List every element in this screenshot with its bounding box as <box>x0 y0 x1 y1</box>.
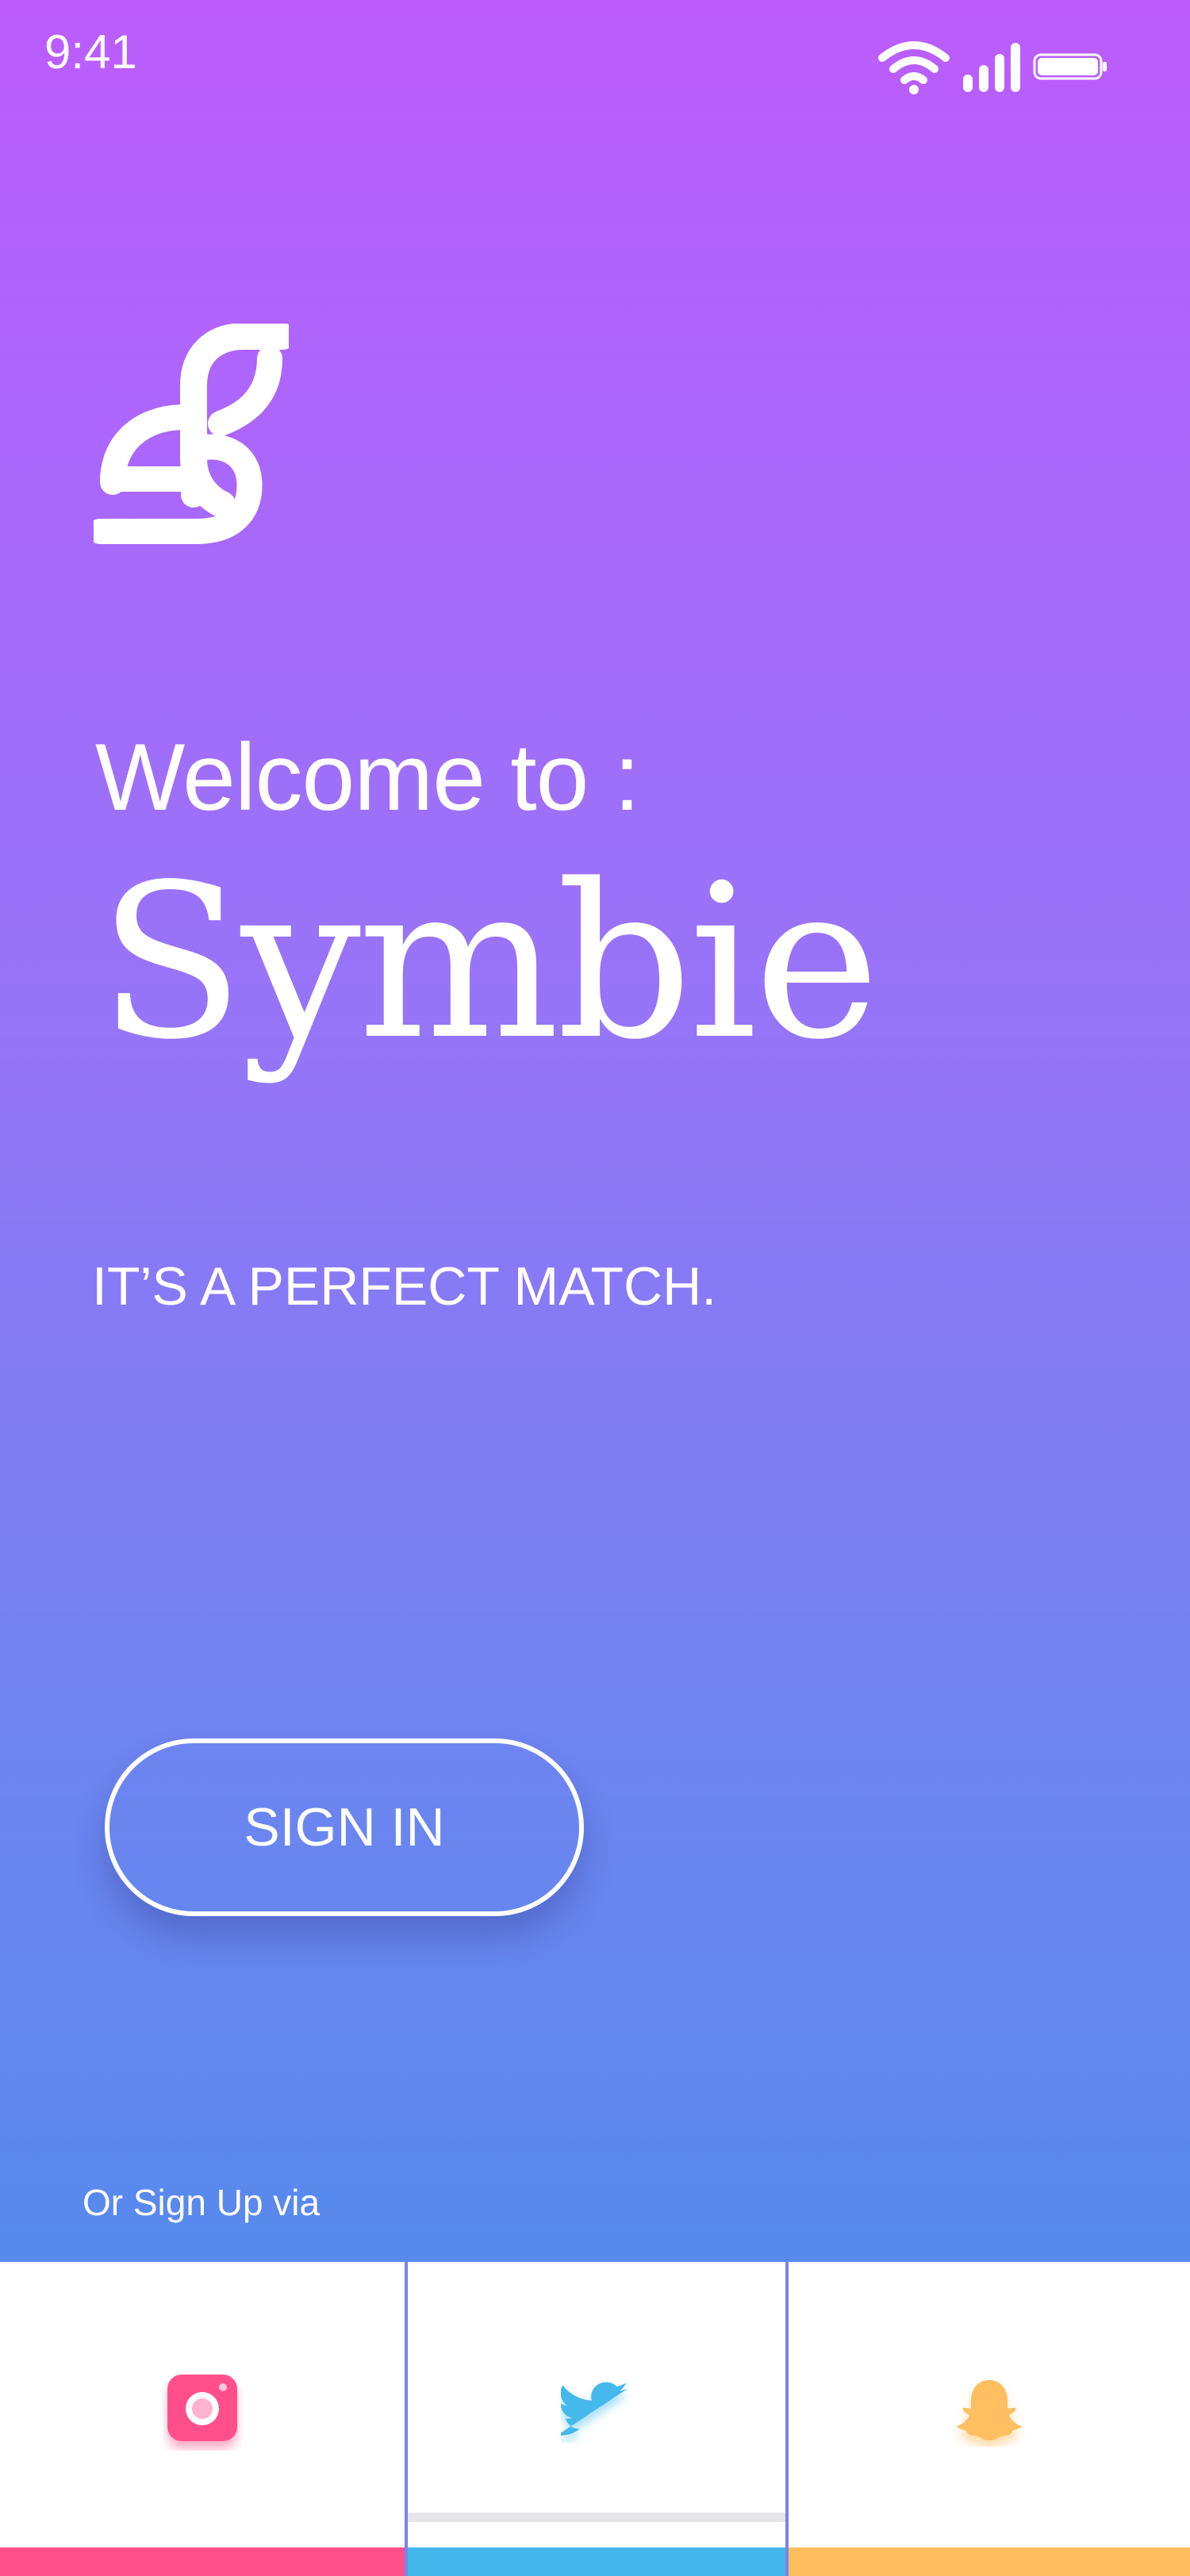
snapchat-signup-button[interactable] <box>789 2262 1190 2576</box>
wifi-icon <box>877 39 950 94</box>
brand-name: Symbie <box>98 839 880 1087</box>
social-signup-bar <box>0 2262 1190 2576</box>
status-icons <box>877 35 1107 98</box>
snapchat-accent-bar <box>789 2547 1190 2576</box>
twitter-signup-button[interactable] <box>405 2262 789 2576</box>
signal-icon <box>962 41 1022 92</box>
status-time: 9:41 <box>44 25 137 79</box>
battery-icon <box>1033 53 1107 80</box>
snapchat-icon <box>954 2375 1025 2451</box>
twitter-accent-bar <box>408 2547 785 2576</box>
sign-in-button[interactable]: SIGN IN <box>105 1738 584 1916</box>
sign-up-label: Or Sign Up via <box>83 2182 321 2223</box>
instagram-signup-button[interactable] <box>0 2262 405 2576</box>
symbie-logo-icon <box>87 323 296 544</box>
sign-in-label: SIGN IN <box>244 1797 445 1857</box>
instagram-icon <box>163 2371 242 2455</box>
instagram-accent-bar <box>0 2547 405 2576</box>
welcome-heading: Welcome to : <box>95 724 640 830</box>
tagline: IT’S A PERFECT MATCH. <box>92 1256 717 1317</box>
welcome-screen: 9:41 Welcome to: Symbie IT’S A PERFECT … <box>0 0 1190 2576</box>
twitter-icon <box>556 2379 632 2447</box>
twitter-divider <box>408 2513 785 2522</box>
